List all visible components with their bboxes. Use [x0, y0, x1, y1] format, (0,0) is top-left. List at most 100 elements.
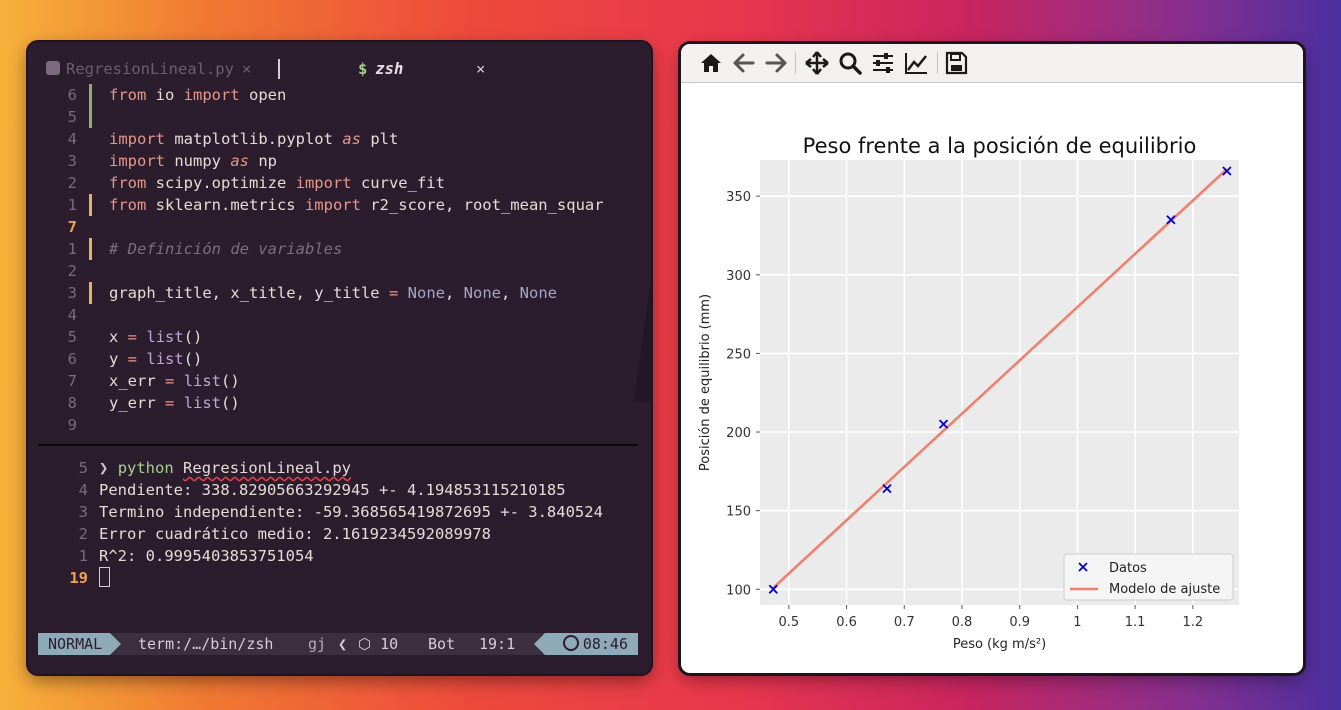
line-text: # Definición de variables: [109, 240, 343, 258]
git-gutter-sign: [89, 326, 92, 348]
terminal-line[interactable]: 2 Error cuadrático medio: 2.1619234592089…: [28, 523, 651, 545]
split-divider[interactable]: [38, 444, 638, 446]
close-tab-icon[interactable]: ×: [476, 60, 485, 78]
legend-label: Modelo de ajuste: [1109, 582, 1220, 597]
pan-icon[interactable]: [804, 50, 830, 76]
git-gutter-sign: [89, 216, 92, 238]
line-text: y_err = list(): [109, 394, 240, 412]
line-text: from io import open: [109, 86, 287, 104]
x-tick-label: 0.9: [1009, 615, 1030, 630]
git-gutter-sign: [89, 282, 92, 304]
save-icon[interactable]: [943, 50, 969, 76]
code-line[interactable]: 5 x = list(): [28, 326, 651, 348]
status-line: NORMAL term:/…/bin/zsh gj ❮ ⬡ 10 Bot 19:…: [38, 633, 638, 655]
terminal-line[interactable]: 3 Termino independiente: -59.368565419872…: [28, 501, 651, 523]
code-line[interactable]: 4: [28, 304, 651, 326]
line-text: from sklearn.metrics import r2_score, ro…: [109, 196, 604, 214]
legend-label: Datos: [1109, 561, 1147, 576]
line-text: x = list(): [109, 328, 203, 346]
y-tick-label: 200: [726, 426, 751, 441]
code-line[interactable]: 5: [28, 106, 651, 128]
line-text: [99, 567, 110, 590]
back-icon[interactable]: [731, 50, 757, 76]
code-line[interactable]: 8 y_err = list(): [28, 392, 651, 414]
line-number: 1: [78, 547, 88, 565]
terminal-line[interactable]: 1 R^2: 0.9995403853751054: [28, 545, 651, 567]
git-gutter-sign: [89, 172, 92, 194]
zoom-icon[interactable]: [837, 50, 863, 76]
x-tick-label: 1.1: [1125, 615, 1146, 630]
line-number: 7: [67, 218, 77, 236]
buffer-path: term:/…/bin/zsh: [138, 635, 274, 653]
terminal-line[interactable]: 5 ❯ python RegresionLineal.py: [28, 457, 651, 479]
line-number: 1: [67, 196, 77, 214]
code-line[interactable]: 7 x_err = list(): [28, 370, 651, 392]
cursor-position: 19:1: [479, 635, 516, 653]
package-count: ⬡ 10: [358, 635, 399, 653]
line-number: 3: [67, 284, 77, 302]
line-text: R^2: 0.9995403853751054: [99, 547, 314, 565]
git-gutter-sign: [89, 348, 92, 370]
y-tick-label: 300: [726, 269, 751, 284]
git-gutter-sign: [89, 414, 92, 436]
line-number: 5: [67, 108, 77, 126]
terminal-line[interactable]: 19: [28, 567, 651, 589]
line-text: x_err = list(): [109, 372, 240, 390]
git-gutter-sign: [89, 260, 92, 282]
line-text: Error cuadrático medio: 2.16192345920899…: [99, 525, 491, 543]
x-tick-label: 1.2: [1182, 615, 1203, 630]
tab-zsh[interactable]: $ zsh: [358, 60, 403, 78]
line-number: 2: [78, 525, 88, 543]
code-line[interactable]: 9: [28, 414, 651, 436]
toolbar-separator: [937, 52, 938, 74]
chevron-left-icon: ❮: [338, 635, 348, 653]
code-buffer[interactable]: 6 from io import open 5 4 import matplotlib.…: [28, 84, 651, 436]
terminal-line[interactable]: 4 Pendiente: 338.82905663292945 +- 4.1948…: [28, 479, 651, 501]
code-line[interactable]: 1 from sklearn.metrics import r2_score, r…: [28, 194, 651, 216]
y-tick-label: 350: [726, 190, 751, 205]
line-text: Pendiente: 338.82905663292945 +- 4.19485…: [99, 481, 566, 499]
chart-title: Peso frente a la posición de equilibrio: [803, 134, 1197, 158]
code-line[interactable]: 6 from io import open: [28, 84, 651, 106]
clock: 08:46: [533, 633, 638, 655]
edit-axis-icon[interactable]: [903, 50, 929, 76]
line-number: 7: [67, 372, 77, 390]
home-icon[interactable]: [698, 50, 724, 76]
configure-subplots-icon[interactable]: [870, 50, 896, 76]
line-number: 4: [67, 130, 77, 148]
code-line[interactable]: 7: [28, 216, 651, 238]
shell-icon: $: [358, 60, 368, 78]
terminal-buffer[interactable]: 5 ❯ python RegresionLineal.py 4 Pendiente: …: [28, 457, 651, 589]
code-line[interactable]: 6 y = list(): [28, 348, 651, 370]
package-icon: ⬡: [358, 635, 381, 653]
tab-label: RegresionLineal.py: [66, 60, 234, 78]
line-number: 3: [78, 503, 88, 521]
code-line[interactable]: 3 graph_title, x_title, y_title = None, N…: [28, 282, 651, 304]
git-gutter-sign: [89, 150, 92, 172]
code-line[interactable]: 1 # Definición de variables: [28, 238, 651, 260]
code-line[interactable]: 3 import numpy as np: [28, 150, 651, 172]
y-axis-label: Posición de equilibrio (mm): [698, 294, 713, 471]
forward-icon[interactable]: [763, 50, 789, 76]
tab-label: zsh: [375, 60, 404, 78]
close-tab-icon[interactable]: ×: [242, 60, 251, 78]
git-gutter-sign: [89, 370, 92, 392]
x-tick-label: 0.5: [779, 615, 800, 630]
tab-divider: [278, 59, 280, 79]
line-number: 19: [69, 569, 88, 587]
scroll-position: Bot: [428, 635, 456, 653]
line-text: from scipy.optimize import curve_fit: [109, 174, 445, 192]
figure-canvas[interactable]: 0.5 0.6 0.7 0.8 0.9 1 1.1 1.2 100 150 200 250 300 350…: [681, 83, 1303, 673]
y-tick-label: 250: [726, 347, 751, 362]
code-line[interactable]: 2 from scipy.optimize import curve_fit: [28, 172, 651, 194]
editor-window: RegresionLineal.py × $ zsh × 6 from io impo…: [28, 42, 651, 674]
code-line[interactable]: 2: [28, 260, 651, 282]
x-axis-label: Peso (kg m/s²): [953, 637, 1046, 652]
line-number: 8: [67, 394, 77, 412]
line-text: import matplotlib.pyplot as plt: [109, 130, 399, 148]
line-text: graph_title, x_title, y_title = None, No…: [109, 284, 557, 302]
code-line[interactable]: 4 import matplotlib.pyplot as plt: [28, 128, 651, 150]
line-text: ❯ python RegresionLineal.py: [99, 459, 352, 477]
tab-regresionlineal[interactable]: RegresionLineal.py ×: [46, 60, 251, 78]
pending-keys: gj: [308, 635, 327, 653]
